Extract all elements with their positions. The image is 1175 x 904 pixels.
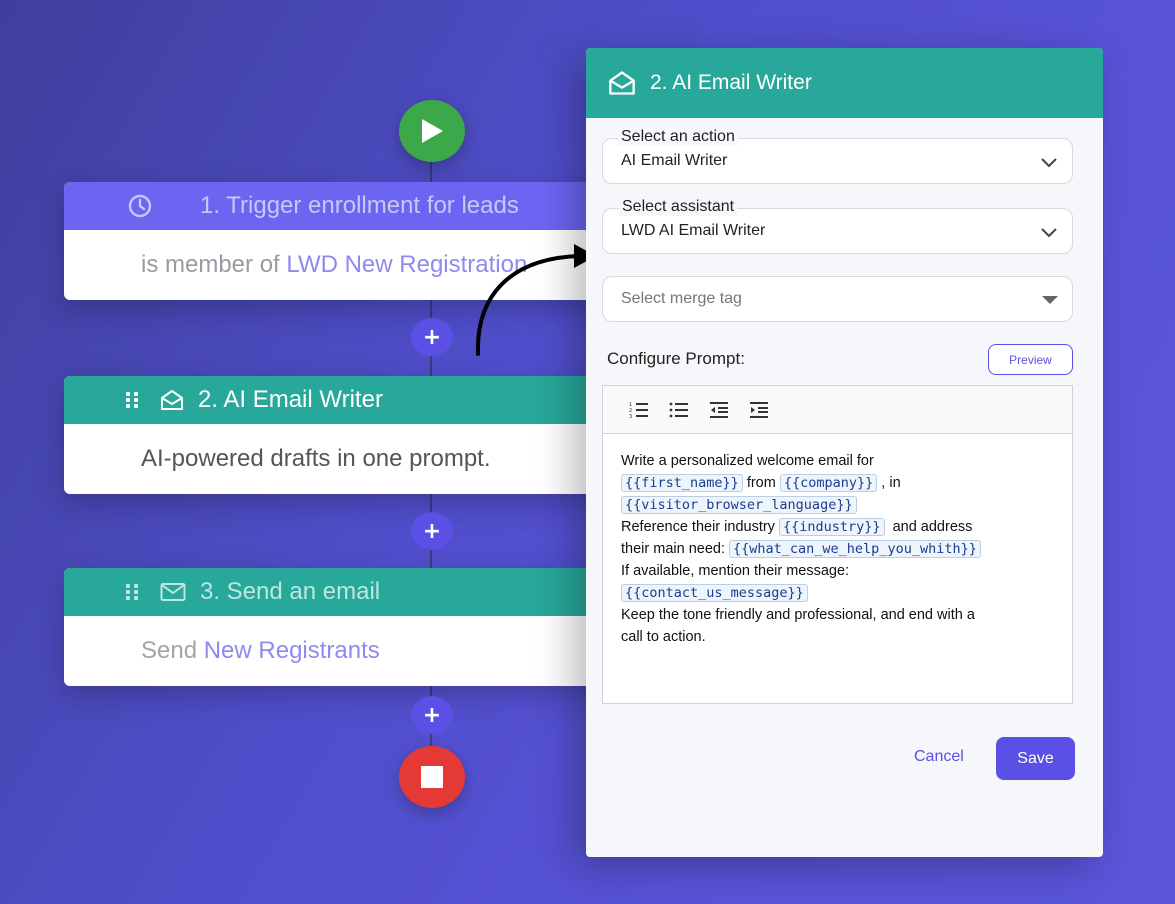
svg-text:3: 3 [629, 414, 632, 419]
step-card-send-email[interactable]: 3. Send an email Send New Registrants [64, 568, 624, 686]
step-header: 2. AI Email Writer [64, 376, 624, 424]
clock-icon [128, 194, 152, 218]
panel-header: 2. AI Email Writer [586, 48, 1103, 118]
step-body-text: is member of [141, 251, 287, 278]
envelope-open-icon [608, 70, 636, 96]
merge-tag[interactable]: {{what_can_we_help_you_whith}} [729, 540, 981, 558]
editor-toolbar: 123 [603, 386, 1072, 434]
stop-icon [421, 766, 443, 788]
prompt-line: If available, mention their message: [621, 563, 850, 579]
canvas: 1. Trigger enrollment for leads is membe… [0, 0, 1175, 904]
step-title: 1. Trigger enrollment for leads [200, 192, 519, 219]
assistant-select-value: LWD AI Email Writer [621, 222, 766, 239]
prompt-line: Write a personalized welcome email for [621, 453, 874, 469]
drag-handle-icon[interactable] [126, 392, 140, 408]
add-step-button[interactable]: + [411, 318, 453, 356]
prompt-line: Keep the tone friendly and professional,… [621, 607, 975, 623]
drag-handle-icon[interactable] [126, 584, 140, 600]
outdent-icon[interactable] [709, 400, 729, 420]
cancel-button[interactable]: Cancel [914, 748, 964, 766]
chevron-down-icon [1041, 228, 1057, 238]
step-card-ai-email-writer[interactable]: 2. AI Email Writer AI-powered drafts in … [64, 376, 624, 494]
bullet-list-icon[interactable] [669, 400, 689, 420]
merge-tag[interactable]: {{first_name}} [621, 474, 743, 492]
prompt-editor[interactable]: 123 Write a personalized welcome email f… [602, 385, 1073, 704]
step-header: 3. Send an email [64, 568, 624, 616]
merge-tag-placeholder: Select merge tag [621, 290, 742, 307]
indent-icon[interactable] [749, 400, 769, 420]
save-button[interactable]: Save [996, 737, 1075, 780]
ordered-list-icon[interactable]: 123 [629, 400, 649, 420]
step-settings-panel: 2. AI Email Writer AI Email Writer Selec… [586, 48, 1103, 857]
add-step-button[interactable]: + [411, 696, 453, 734]
prompt-text-segment: Reference their industry [621, 519, 775, 535]
start-button[interactable] [399, 100, 465, 162]
step-title: 2. AI Email Writer [198, 386, 383, 413]
merge-tag[interactable]: {{company}} [779, 474, 878, 492]
step-title: 3. Send an email [200, 578, 381, 605]
prompt-text[interactable]: Write a personalized welcome email for {… [603, 434, 1072, 664]
curved-arrow-icon [475, 244, 596, 356]
merge-tag[interactable]: {{visitor_browser_language}} [621, 496, 857, 514]
prompt-text-segment: and address [892, 519, 973, 535]
merge-tag[interactable]: {{industry}} [778, 518, 885, 536]
assistant-select-label: Select assistant [619, 198, 738, 216]
step-body: Send New Registrants [64, 616, 624, 686]
stop-button[interactable] [399, 746, 465, 808]
prompt-text-segment: from [746, 475, 776, 491]
play-icon [422, 119, 443, 143]
merge-tag[interactable]: {{contact_us_message}} [621, 584, 808, 602]
step-body-text: Send [141, 637, 204, 664]
panel-title: 2. AI Email Writer [650, 71, 812, 94]
action-select-label: Select an action [618, 128, 738, 146]
envelope-icon [160, 582, 186, 602]
caret-down-icon [1042, 296, 1058, 304]
chevron-down-icon [1041, 158, 1057, 168]
prompt-text-segment: , in [881, 475, 901, 491]
add-step-button[interactable]: + [411, 512, 453, 550]
list-link[interactable]: New Registrants [204, 637, 380, 665]
envelope-open-icon [160, 389, 184, 411]
merge-tag-select[interactable]: Select merge tag [602, 276, 1073, 322]
step-header: 1. Trigger enrollment for leads [64, 182, 624, 230]
step-body: AI-powered drafts in one prompt. [141, 445, 491, 472]
prompt-line: call to action. [621, 629, 706, 645]
preview-button[interactable]: Preview [988, 344, 1073, 375]
prompt-text-segment: their main need: [621, 541, 725, 557]
configure-prompt-label: Configure Prompt: [607, 349, 745, 368]
action-select-value: AI Email Writer [621, 152, 728, 169]
